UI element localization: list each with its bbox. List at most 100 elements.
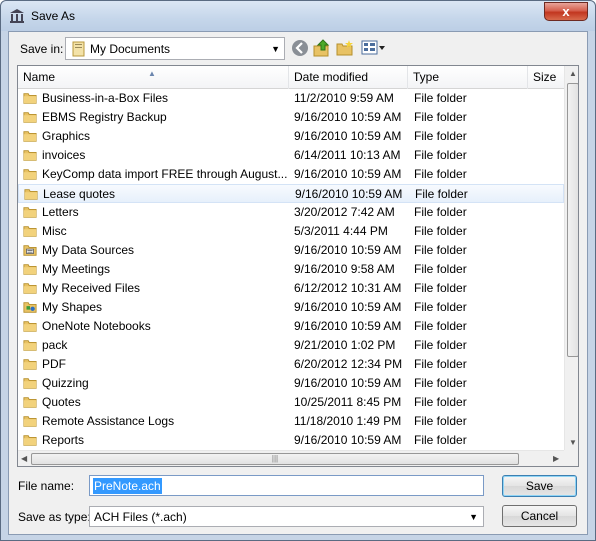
file-type: File folder — [414, 148, 467, 162]
save-button[interactable]: Save — [502, 475, 577, 497]
save-as-type-dropdown[interactable]: ACH Files (*.ach) ▼ — [89, 506, 484, 527]
up-folder-icon[interactable] — [313, 39, 331, 57]
data-source-folder-icon — [23, 245, 37, 256]
folder-icon — [23, 264, 37, 275]
folder-icon — [23, 359, 37, 370]
file-row[interactable]: My Meetings 9/16/2010 9:58 AM File folder — [18, 260, 564, 279]
file-date-modified: 9/16/2010 10:59 AM — [294, 167, 402, 181]
file-type: File folder — [414, 167, 467, 181]
save-in-value: My Documents — [90, 42, 171, 56]
file-type: File folder — [414, 376, 467, 390]
file-row[interactable]: Lease quotes 9/16/2010 10:59 AM File folde… — [18, 184, 564, 203]
save-as-dialog: Save As x Save in: My Documents ▼ Name ▲… — [0, 0, 596, 541]
folder-icon — [23, 283, 37, 294]
new-folder-icon[interactable] — [336, 39, 354, 57]
scroll-left-icon[interactable]: ◀ — [21, 454, 27, 463]
file-name-input[interactable]: PreNote.ach — [89, 475, 484, 496]
file-list[interactable]: Name ▲ Date modified Type Size Business-… — [17, 65, 579, 467]
file-type: File folder — [414, 205, 467, 219]
dialog-body: Save in: My Documents ▼ Name ▲ Date modi… — [8, 31, 588, 535]
file-row[interactable]: Business-in-a-Box Files 11/2/2010 9:59 AM… — [18, 89, 564, 108]
file-row[interactable]: invoices 6/14/2011 10:13 AM File folder — [18, 146, 564, 165]
folder-icon — [23, 112, 37, 123]
file-row[interactable]: Misc 5/3/2011 4:44 PM File folder — [18, 222, 564, 241]
file-type: File folder — [414, 300, 467, 314]
file-row[interactable]: My Data Sources 9/16/2010 10:59 AM File fo… — [18, 241, 564, 260]
file-date-modified: 9/16/2010 9:58 AM — [294, 262, 395, 276]
column-date-label: Date modified — [294, 70, 369, 84]
file-date-modified: 9/16/2010 10:59 AM — [294, 243, 402, 257]
file-type: File folder — [414, 357, 467, 371]
chevron-down-icon: ▼ — [271, 44, 280, 54]
folder-icon — [23, 340, 37, 351]
horizontal-scroll-thumb[interactable]: ||| — [31, 453, 519, 465]
file-row[interactable]: PDF 6/20/2012 12:34 PM File folder — [18, 355, 564, 374]
file-type: File folder — [414, 129, 467, 143]
horizontal-scrollbar[interactable]: ◀ ||| ▶ — [18, 450, 564, 466]
file-row[interactable]: Graphics 9/16/2010 10:59 AM File folder — [18, 127, 564, 146]
column-header-type[interactable]: Type — [408, 66, 528, 89]
back-icon[interactable] — [291, 39, 309, 57]
column-name-label: Name — [23, 70, 56, 84]
file-date-modified: 6/12/2012 10:31 AM — [294, 281, 402, 295]
file-type: File folder — [414, 395, 467, 409]
sort-ascending-icon: ▲ — [148, 69, 156, 78]
file-row[interactable]: My Shapes 9/16/2010 10:59 AM File folder — [18, 298, 564, 317]
file-name: EBMS Registry Backup — [42, 110, 167, 124]
close-button[interactable]: x — [544, 2, 588, 21]
folder-icon — [23, 321, 37, 332]
column-header-name[interactable]: Name ▲ — [18, 66, 289, 89]
file-type: File folder — [414, 338, 467, 352]
column-size-label: Size — [533, 70, 557, 84]
save-in-dropdown[interactable]: My Documents ▼ — [65, 37, 285, 60]
file-row[interactable]: Letters 3/20/2012 7:42 AM File folder — [18, 203, 564, 222]
folder-icon — [24, 189, 38, 200]
file-row[interactable]: EBMS Registry Backup 9/16/2010 10:59 AM Fi… — [18, 108, 564, 127]
file-date-modified: 10/25/2011 8:45 PM — [294, 395, 402, 409]
file-date-modified: 9/16/2010 10:59 AM — [295, 187, 403, 201]
folder-icon — [23, 150, 37, 161]
scroll-up-icon[interactable]: ▲ — [569, 69, 577, 78]
file-date-modified: 9/16/2010 10:59 AM — [294, 319, 402, 333]
file-name: Misc — [42, 224, 67, 238]
file-row[interactable]: KeyComp data import FREE through August.… — [18, 165, 564, 184]
vertical-scrollbar[interactable]: ▲ ▼ — [564, 66, 578, 450]
save-as-type-value: ACH Files (*.ach) — [94, 510, 187, 524]
file-row[interactable]: pack 9/21/2010 1:02 PM File folder — [18, 336, 564, 355]
scroll-right-icon[interactable]: ▶ — [553, 454, 559, 463]
file-row[interactable]: Reports 9/16/2010 10:59 AM File folder — [18, 431, 564, 450]
file-type: File folder — [414, 262, 467, 276]
shapes-folder-icon — [23, 302, 37, 313]
file-date-modified: 9/16/2010 10:59 AM — [294, 129, 402, 143]
column-header-size[interactable]: Size — [528, 66, 568, 89]
folder-icon — [23, 397, 37, 408]
scroll-down-icon[interactable]: ▼ — [569, 438, 577, 447]
file-row[interactable]: Remote Assistance Logs 11/18/2010 1:49 PM… — [18, 412, 564, 431]
file-row[interactable]: Quotes 10/25/2011 8:45 PM File folder — [18, 393, 564, 412]
file-date-modified: 6/14/2011 10:13 AM — [294, 148, 401, 162]
view-menu-icon[interactable] — [361, 39, 387, 57]
folder-icon — [23, 169, 37, 180]
window-title: Save As — [31, 9, 76, 23]
file-row[interactable]: Quizzing 9/16/2010 10:59 AM File folder — [18, 374, 564, 393]
cancel-button[interactable]: Cancel — [502, 505, 577, 527]
vertical-scroll-thumb[interactable] — [567, 83, 578, 357]
file-type: File folder — [414, 224, 467, 238]
file-date-modified: 9/21/2010 1:02 PM — [294, 338, 396, 352]
save-as-type-label: Save as type: — [18, 510, 91, 524]
folder-icon — [23, 416, 37, 427]
file-name: Reports — [42, 433, 85, 447]
file-date-modified: 9/16/2010 10:59 AM — [294, 433, 402, 447]
column-header-date-modified[interactable]: Date modified — [289, 66, 408, 89]
folder-icon — [23, 378, 37, 389]
title-bar[interactable]: Save As x — [1, 1, 595, 31]
file-name: My Received Files — [42, 281, 141, 295]
file-name: Lease quotes — [43, 187, 116, 201]
file-name: Quotes — [42, 395, 81, 409]
file-row[interactable]: OneNote Notebooks 9/16/2010 10:59 AM File … — [18, 317, 564, 336]
file-row[interactable]: My Received Files 6/12/2012 10:31 AM File … — [18, 279, 564, 298]
file-type: File folder — [414, 433, 467, 447]
file-date-modified: 3/20/2012 7:42 AM — [294, 205, 395, 219]
column-type-label: Type — [413, 70, 440, 84]
folder-icon — [23, 93, 37, 104]
